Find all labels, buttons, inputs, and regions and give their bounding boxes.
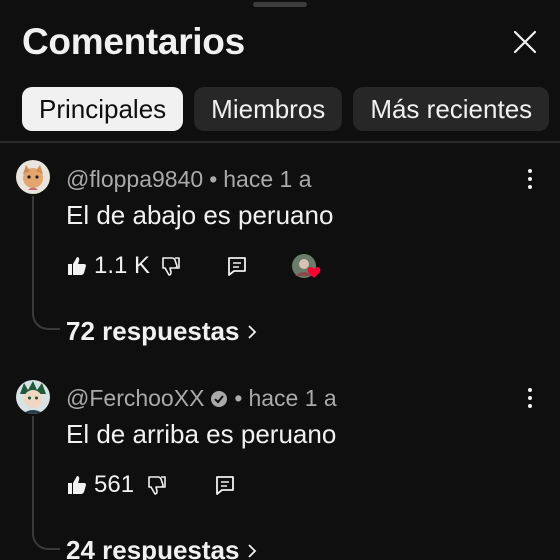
replies-count: 24 respuestas [66, 535, 240, 560]
divider [0, 141, 560, 143]
comment-text: El de abajo es peruano [66, 200, 334, 230]
filter-tabs: Principales Miembros Más recientes [22, 87, 550, 131]
verified-icon [211, 390, 228, 407]
replies-link[interactable]: 24 respuestas [66, 535, 257, 560]
timestamp: hace 1 a [223, 166, 312, 192]
reply-icon[interactable] [214, 474, 236, 496]
drag-handle[interactable] [253, 2, 307, 7]
like-icon[interactable] [66, 255, 88, 277]
creator-heart [292, 252, 322, 280]
tab-mas-recientes[interactable]: Más recientes [353, 87, 550, 131]
like-count: 561 [94, 471, 135, 498]
author-name[interactable]: @FerchooXX [66, 385, 204, 412]
like-icon[interactable] [66, 474, 88, 496]
tab-principales[interactable]: Principales [22, 87, 184, 131]
chevron-right-icon [248, 543, 257, 558]
comment-actions: 561 [66, 469, 236, 501]
reply-icon[interactable] [226, 255, 248, 277]
dislike-icon[interactable] [146, 474, 168, 496]
like-count: 1.1 K [94, 252, 151, 279]
more-vert-icon[interactable] [526, 386, 534, 410]
page-title: Comentarios [22, 21, 245, 62]
dislike-icon[interactable] [160, 255, 182, 277]
header: Comentarios [22, 18, 560, 66]
thread-line [32, 196, 60, 330]
replies-count: 72 respuestas [66, 316, 240, 346]
comment-text: El de arriba es peruano [66, 419, 337, 449]
close-icon[interactable] [510, 27, 540, 57]
chevron-right-icon [248, 324, 257, 339]
avatar[interactable] [16, 160, 50, 194]
more-vert-icon[interactable] [526, 167, 534, 191]
separator-dot: • [209, 166, 218, 192]
heart-icon [307, 267, 321, 278]
comment-meta: @FerchooXX • hace 1 a [66, 385, 337, 412]
avatar[interactable] [16, 380, 50, 414]
comment-actions: 1.1 K [66, 250, 322, 282]
thread-line [32, 416, 60, 550]
separator-dot: • [234, 385, 243, 411]
author-name[interactable]: @floppa9840 [66, 166, 203, 193]
tab-miembros[interactable]: Miembros [194, 87, 343, 131]
timestamp: hace 1 a [248, 385, 337, 411]
replies-link[interactable]: 72 respuestas [66, 316, 257, 347]
comment-meta: @floppa9840 • hace 1 a [66, 166, 312, 193]
